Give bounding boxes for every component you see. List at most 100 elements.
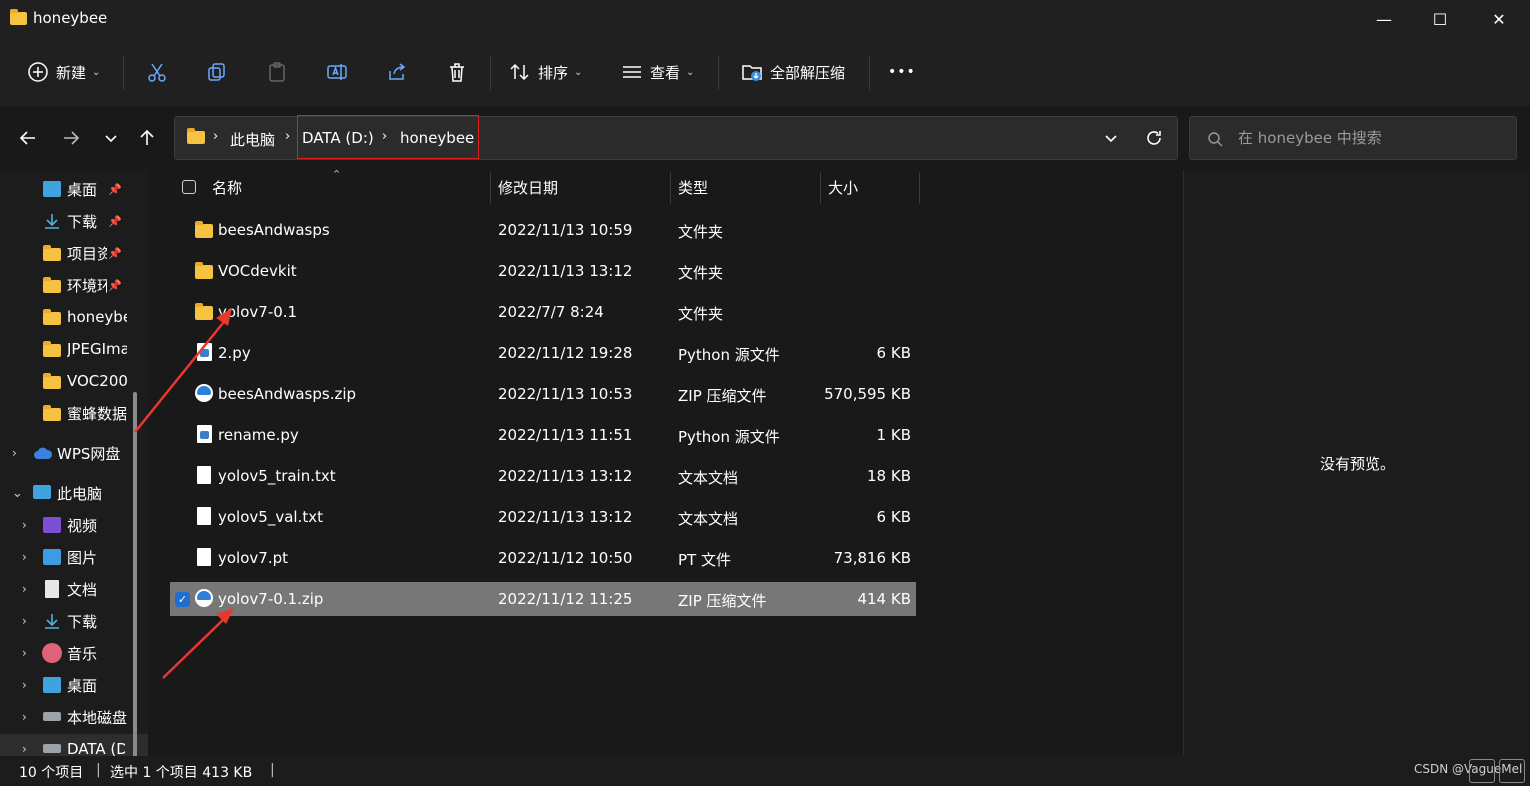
up-button[interactable] — [132, 124, 162, 152]
tiles-view-button[interactable] — [1499, 759, 1525, 783]
sidebar-item-wps-drive[interactable]: › WPS网盘 — [0, 438, 148, 468]
select-all-checkbox[interactable] — [182, 180, 196, 194]
file-row[interactable]: beesAndwasps 2022/11/13 10:59 文件夹 — [170, 213, 916, 247]
file-type: ZIP 压缩文件 — [678, 387, 767, 405]
sidebar-item-label: 本地磁盘 — [67, 708, 128, 727]
copy-icon — [205, 60, 229, 84]
column-divider[interactable] — [490, 172, 491, 204]
maximize-button[interactable]: ☐ — [1411, 0, 1469, 38]
details-view-button[interactable] — [1469, 759, 1495, 783]
sidebar-item-videos[interactable]: › 视频 — [0, 510, 148, 540]
view-button[interactable]: 查看 ⌄ — [620, 52, 694, 92]
sort-button[interactable]: 排序 ⌄ — [508, 52, 582, 92]
file-row[interactable]: yolov7-0.1 2022/7/7 8:24 文件夹 — [170, 295, 916, 329]
file-row[interactable]: beesAndwasps.zip 2022/11/13 10:53 ZIP 压缩… — [170, 377, 916, 411]
chevron-right-icon: › — [22, 550, 27, 564]
refresh-icon — [1147, 131, 1161, 145]
file-size: 6 KB — [876, 508, 911, 526]
sidebar-item-label: 图片 — [67, 548, 98, 567]
share-button[interactable] — [385, 52, 409, 92]
column-divider[interactable] — [670, 172, 671, 204]
sidebar-scrollbar[interactable] — [133, 392, 137, 756]
file-row[interactable]: yolov5_train.txt 2022/11/13 13:12 文本文档 1… — [170, 459, 916, 493]
breadcrumb-this-pc[interactable]: 此电脑 — [230, 129, 275, 150]
sidebar-item-downloads[interactable]: › 下载 — [0, 606, 148, 636]
sidebar-item-voc2007[interactable]: VOC2007 — [0, 366, 148, 396]
file-row[interactable]: yolov5_val.txt 2022/11/13 13:12 文本文档 6 K… — [170, 500, 916, 534]
paste-button[interactable] — [265, 52, 289, 92]
delete-button[interactable] — [445, 52, 469, 92]
cut-button[interactable] — [145, 52, 169, 92]
column-header-name[interactable]: 名称 — [212, 170, 242, 204]
file-name: yolov7-0.1 — [218, 303, 298, 321]
navigation-pane: 桌面 📌 下载 📌 项目资 📌 环境环 📌 honeybee JPEGImage… — [0, 170, 148, 756]
chevron-right-icon: › — [12, 446, 17, 460]
sidebar-item-this-pc[interactable]: ⌄ 此电脑 — [0, 478, 148, 508]
column-header-size[interactable]: 大小 — [828, 170, 858, 204]
download-icon — [43, 612, 61, 629]
view-label: 查看 — [650, 63, 681, 82]
sidebar-item-label: 视频 — [67, 516, 98, 535]
rename-button[interactable] — [325, 52, 349, 92]
sidebar-item-bee-data[interactable]: 蜜蜂数据 — [0, 398, 148, 428]
copy-button[interactable] — [205, 52, 229, 92]
status-divider: | — [96, 762, 101, 778]
title-bar: honeybee — ☐ ✕ — [0, 0, 1530, 38]
sidebar-item-data-drive[interactable]: › DATA (D:) — [0, 734, 148, 756]
file-row[interactable]: rename.py 2022/11/13 11:51 Python 源文件 1 … — [170, 418, 916, 452]
sidebar-item-music[interactable]: › 音乐 — [0, 638, 148, 668]
sidebar-item-documents[interactable]: › 文档 — [0, 574, 148, 604]
more-options-button[interactable]: ••• — [888, 52, 916, 92]
file-size: 570,595 KB — [824, 385, 911, 403]
arrow-left-icon — [19, 131, 35, 145]
file-name: yolov7.pt — [218, 549, 288, 567]
sidebar-item-desktop-pinned[interactable]: 桌面 📌 — [0, 174, 148, 204]
share-icon — [385, 60, 409, 84]
forward-button[interactable] — [56, 124, 86, 152]
sidebar-item-pictures[interactable]: › 图片 — [0, 542, 148, 572]
sidebar-item-env[interactable]: 环境环 📌 — [0, 270, 148, 300]
minimize-button[interactable]: — — [1355, 0, 1413, 38]
sidebar-item-local-disk[interactable]: › 本地磁盘 — [0, 702, 148, 732]
address-bar[interactable]: › 此电脑 › DATA (D:) › honeybee — [174, 116, 1178, 160]
file-row-selected[interactable]: ✓ yolov7-0.1.zip 2022/11/12 11:25 ZIP 压缩… — [170, 582, 916, 616]
close-button[interactable]: ✕ — [1470, 0, 1528, 38]
sidebar-item-project[interactable]: 项目资 📌 — [0, 238, 148, 268]
back-button[interactable] — [13, 124, 43, 152]
file-name: VOCdevkit — [218, 262, 297, 280]
search-input[interactable] — [1238, 127, 1508, 149]
column-header-date[interactable]: 修改日期 — [498, 170, 558, 204]
file-type: Python 源文件 — [678, 346, 780, 364]
file-row[interactable]: 2.py 2022/11/12 19:28 Python 源文件 6 KB — [170, 336, 916, 370]
column-header-type[interactable]: 类型 — [678, 170, 708, 204]
breadcrumb-honeybee[interactable]: honeybee — [400, 129, 474, 147]
desktop-icon — [43, 181, 61, 197]
file-size: 1 KB — [876, 426, 911, 444]
sidebar-item-desktop[interactable]: › 桌面 — [0, 670, 148, 700]
address-history-button[interactable] — [1103, 130, 1119, 150]
refresh-button[interactable] — [1144, 128, 1164, 152]
sort-icon — [508, 60, 532, 84]
column-divider[interactable] — [820, 172, 821, 204]
file-type: 文件夹 — [678, 223, 724, 241]
file-row[interactable]: VOCdevkit 2022/11/13 13:12 文件夹 — [170, 254, 916, 288]
sidebar-item-honeybee[interactable]: honeybee — [0, 302, 148, 332]
file-date: 2022/11/12 19:28 — [498, 344, 633, 362]
row-checkbox[interactable]: ✓ — [175, 592, 190, 607]
no-preview-text: 没有预览。 — [1319, 455, 1395, 473]
search-box[interactable] — [1189, 116, 1517, 160]
sidebar-item-jpegimages[interactable]: JPEGImages — [0, 334, 148, 364]
column-divider[interactable] — [919, 172, 920, 204]
pc-icon — [33, 485, 51, 499]
recent-locations-button[interactable] — [96, 124, 126, 152]
new-button[interactable]: 新建 ⌄ — [26, 52, 100, 92]
divider — [490, 56, 491, 90]
extract-all-button[interactable]: 全部解压缩 — [740, 52, 845, 92]
file-name: rename.py — [218, 426, 299, 444]
item-count: 10 个项目 — [19, 765, 84, 781]
sidebar-item-label: 下载 — [67, 612, 98, 631]
folder-icon — [43, 405, 61, 421]
sidebar-item-downloads-pinned[interactable]: 下载 📌 — [0, 206, 148, 236]
breadcrumb-data-drive[interactable]: DATA (D:) — [302, 129, 374, 147]
file-row[interactable]: yolov7.pt 2022/11/12 10:50 PT 文件 73,816 … — [170, 541, 916, 575]
